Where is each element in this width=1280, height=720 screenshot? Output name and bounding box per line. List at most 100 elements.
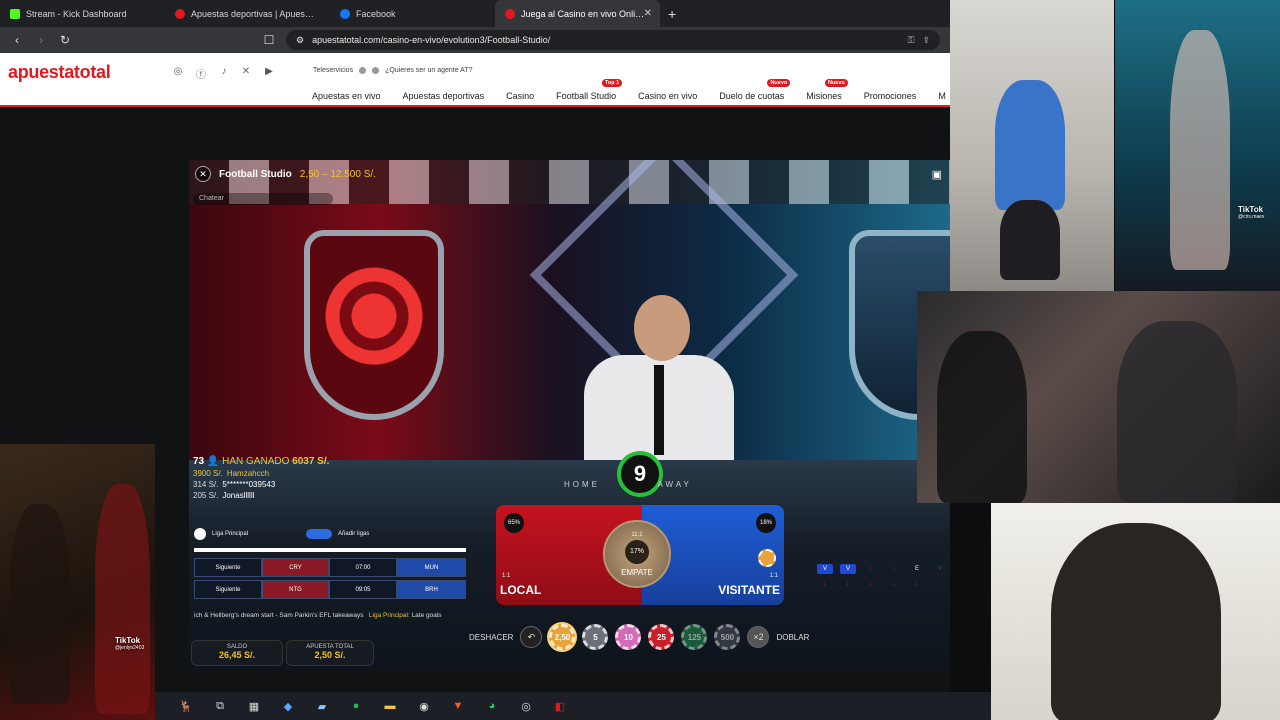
history-cell: V (937, 566, 942, 572)
double-label[interactable]: DOBLAR (776, 633, 809, 642)
home-away-label: HOME AWAY (564, 480, 692, 489)
chip-2-50[interactable]: 2,50 (549, 624, 576, 650)
youtube-icon[interactable]: ▶ (263, 66, 275, 77)
tab-casino[interactable]: Juega al Casino en vivo Online | ✕ (495, 0, 660, 27)
fixtures-table: Siguiente CRY 07:00 MUN Siguiente NTG 09:05 BR… (194, 558, 466, 602)
facebook-icon[interactable]: ⓕ (195, 66, 207, 81)
copilot-icon[interactable]: ◆ (279, 697, 297, 715)
double-icon[interactable]: ×2 (747, 626, 770, 648)
close-tab-icon[interactable]: ✕ (644, 8, 652, 19)
video-settings-icon[interactable]: ▣ (932, 168, 942, 181)
party-video-overlay (917, 291, 1280, 503)
countdown-timer: 9 (617, 451, 663, 497)
news-ticker: ich & Hellberg's dream start - Sam Parki… (194, 612, 442, 619)
url-text: apuestatotal.com/casino-en-vivo/evolutio… (312, 35, 551, 45)
menu-football-studio[interactable]: Football Studio Top 1 (556, 79, 623, 101)
tab-facebook[interactable]: Facebook (330, 0, 495, 27)
fixture-row[interactable]: Siguiente CRY 07:00 MUN (194, 558, 466, 577)
menu-casino[interactable]: Casino (506, 91, 534, 101)
tiktok-overlay-girls: TikTok @jenlyn2403 (0, 444, 155, 720)
menu-duelo-de-cuotas[interactable]: Duelo de cuotas Nuevo (719, 79, 791, 101)
league-label: Liga Principal (212, 531, 249, 537)
url-input[interactable]: ⚙ apuestatotal.com/casino-en-vivo/evolut… (286, 30, 940, 50)
menu-more[interactable]: M (938, 91, 946, 101)
history-cell: L (892, 582, 896, 588)
balance-value: 26,45 S/. (218, 650, 256, 660)
site-info-icon[interactable]: ⚙ (296, 35, 304, 46)
results-history: V V L L E V V L L L L L (817, 564, 950, 590)
people-icon: 👤 (206, 456, 220, 467)
whatsapp-icon[interactable]: ◕ (483, 697, 501, 715)
instagram-icon[interactable]: ◎ (172, 66, 184, 77)
main-menu: Apuestas en vivo Apuestas deportivas Cas… (312, 79, 968, 101)
close-game-icon[interactable]: ✕ (195, 166, 211, 182)
menu-apuestas-deportivas[interactable]: Apuestas deportivas (403, 91, 485, 101)
calculator-icon[interactable]: ▦ (245, 697, 263, 715)
chip-5[interactable]: 5 (582, 624, 609, 650)
add-league-toggle[interactable] (306, 529, 333, 539)
menu-casino-en-vivo[interactable]: Casino en vivo (638, 91, 697, 101)
add-league-label[interactable]: Añadir ligas (338, 531, 369, 537)
chrome-icon[interactable]: ◎ (517, 697, 535, 715)
person-figure (1051, 523, 1221, 720)
visitante-label: VISITANTE (718, 583, 780, 597)
share-icon[interactable]: ⇪ (922, 35, 930, 46)
tab-apuestas[interactable]: Apuestas deportivas | Apuestas onlin (165, 0, 330, 27)
empate-percentage: 17% (625, 539, 649, 564)
key-icon[interactable]: ⚿ (908, 35, 915, 46)
app-icon[interactable]: ◧ (551, 697, 569, 715)
forward-icon[interactable]: › (34, 33, 48, 47)
history-cell: V (817, 564, 833, 574)
history-cell: L (846, 582, 850, 588)
person-figure (10, 504, 70, 704)
chip-10[interactable]: 10 (615, 624, 642, 650)
fixture-row[interactable]: Siguiente NTG 09:05 BRH (194, 580, 466, 599)
undo-icon[interactable]: ↶ (520, 626, 543, 648)
streamer-webcam (991, 503, 1280, 720)
teleservicios-label[interactable]: Teleservicios (313, 67, 353, 74)
menu-misiones[interactable]: Misiones Nuevo (806, 79, 848, 101)
brave-icon[interactable]: ▼ (449, 697, 467, 715)
nuevo-badge: Nuevo (767, 79, 791, 87)
chat-input[interactable]: Chatear (193, 193, 333, 205)
top-badge: Top 1 (601, 79, 623, 87)
winner-row: 205 S/. Jonasllllll (193, 491, 255, 500)
tab-kick[interactable]: Stream - Kick Dashboard (0, 0, 165, 27)
reload-icon[interactable]: ↻ (58, 33, 72, 47)
winner-row: 3900 S/. Hamzahcch (193, 469, 270, 478)
menu-apuestas-en-vivo[interactable]: Apuestas en vivo (312, 91, 381, 101)
apuestatotal-favicon-icon (175, 8, 185, 19)
chip-125[interactable]: 125 (681, 624, 708, 650)
winners-count: 73 (193, 456, 205, 467)
football-studio-game: ✕ Football Studio 2,50 – 12.500 S/. ▣ Ch… (189, 160, 950, 670)
x-icon[interactable]: ✕ (240, 66, 252, 77)
file-explorer-icon[interactable]: ▬ (381, 697, 399, 715)
empate-bet-spot[interactable]: 11:1 17% EMPATE (603, 520, 671, 588)
phone-icon[interactable] (372, 67, 380, 74)
league-progress-bar (194, 548, 466, 552)
agent-link[interactable]: ¿Quieres ser un agente AT? (385, 67, 472, 74)
winners-panel: 73 👤 HAN GANADO 6037 S/. 3900 S/. Hamzahc… (193, 456, 329, 500)
deer-wallpaper-icon[interactable]: 🦌 (177, 697, 195, 715)
winner-row: 314 S/. 5*******039543 (193, 480, 276, 489)
local-label: LOCAL (500, 583, 542, 597)
empate-ratio: 11:1 (631, 531, 643, 538)
bookmark-icon[interactable]: ☐ (262, 33, 276, 47)
obs-icon[interactable]: ◉ (415, 697, 433, 715)
chip-25[interactable]: 25 (648, 624, 675, 650)
sticky-notes-icon[interactable]: ▰ (313, 697, 331, 715)
whatsapp-icon[interactable] (359, 67, 367, 74)
new-tab-icon[interactable]: + (660, 6, 684, 22)
history-cell: L (869, 566, 873, 572)
apuestatotal-logo[interactable]: apuestatotal (8, 62, 111, 83)
tiktok-icon[interactable]: ♪ (218, 66, 230, 77)
undo-label[interactable]: DESHACER (469, 633, 513, 642)
history-cell: L (915, 582, 919, 588)
history-cell: L (823, 582, 827, 588)
menu-promociones[interactable]: Promociones (864, 91, 917, 101)
spotify-icon[interactable]: ● (347, 697, 365, 715)
chip-500[interactable]: 500 (714, 624, 741, 650)
nuevo-badge: Nuevo (824, 79, 848, 87)
back-icon[interactable]: ‹ (10, 33, 24, 47)
task-view-icon[interactable]: ⧉ (211, 697, 229, 715)
